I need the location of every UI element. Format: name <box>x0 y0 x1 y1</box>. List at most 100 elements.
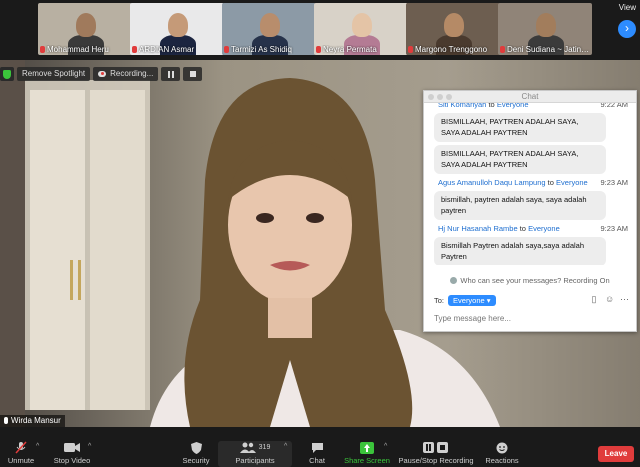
muted-mic-icon <box>224 46 229 53</box>
cloud-recording-icon <box>98 71 107 77</box>
chat-title: Chat <box>521 92 539 101</box>
recipient-dropdown[interactable]: Everyone ▾ <box>448 294 496 306</box>
participant-name-text: Deni Sudiana ~ Jatina... <box>507 45 590 54</box>
message-time: 9:23 AM <box>600 224 628 233</box>
participant-face <box>76 13 96 37</box>
close-window-button[interactable] <box>428 94 434 100</box>
pause-recording-label: Pause/Stop Recording <box>398 456 474 465</box>
window-controls <box>428 94 452 100</box>
participant-name-text: ARDIAN Asmar <box>139 45 195 54</box>
participant-thumbnail[interactable]: Mohammad Heru <box>38 3 132 55</box>
recording-label: Recording... <box>110 69 154 78</box>
mic-icon <box>4 417 8 424</box>
participant-name: Tarmizi As Shidiq <box>224 45 314 54</box>
chat-privacy-note[interactable]: Who can see your messages? Recording On <box>424 275 636 287</box>
muted-mic-icon <box>500 46 505 53</box>
pause-recording-button[interactable] <box>161 67 181 81</box>
chat-message-bubble[interactable]: bismillah, paytren adalah saya, saya ada… <box>434 191 606 220</box>
shield-icon <box>190 441 202 454</box>
muted-mic-icon <box>316 46 321 53</box>
participants-button[interactable]: 319 Participants <box>218 441 292 467</box>
chat-message-header: Siti Komariyah to Everyone 9:22 AM <box>424 103 636 111</box>
audio-options-caret[interactable]: ^ <box>36 443 39 450</box>
chat-title-bar[interactable]: Chat <box>424 91 636 103</box>
muted-mic-icon <box>408 46 413 53</box>
shield-icon[interactable] <box>0 67 14 81</box>
thumbnail-strip: Mohammad Heru ARDIAN Asmar Tarmizi As Shid… <box>0 0 640 58</box>
security-button[interactable]: Security <box>176 441 216 467</box>
participant-name: Margono Trenggono <box>408 45 498 54</box>
muted-mic-icon <box>132 46 137 53</box>
participant-name-text: Neyra Permata <box>323 45 377 54</box>
share-screen-label: Share Screen <box>344 456 390 465</box>
recipient-row: To: Everyone ▾ ▯ ☺ ⋯ <box>424 293 636 307</box>
reactions-label: Reactions <box>485 456 519 465</box>
to-label: To: <box>434 295 445 305</box>
chat-message-bubble[interactable]: BISMILLAAH, PAYTREN ADALAH SAYA, SAYA AD… <box>434 145 606 174</box>
chat-message-list[interactable]: Siti Komariyah to Everyone 9:22 AM BISMILL… <box>424 103 636 265</box>
unmute-label: Unmute <box>7 456 35 465</box>
pause-icon <box>166 70 175 79</box>
message-to-word: to <box>547 178 554 187</box>
message-sender[interactable]: Siti Komariyah <box>438 103 486 109</box>
video-camera-icon <box>64 443 80 452</box>
participant-thumbnail[interactable]: ARDIAN Asmar <box>130 3 224 55</box>
participant-thumbnail[interactable]: Neyra Permata <box>314 3 408 55</box>
chat-message-bubble[interactable]: Bismillah Paytren adalah saya,saya adala… <box>434 237 606 265</box>
participant-thumbnail[interactable]: Tarmizi As Shidiq <box>222 3 316 55</box>
view-button[interactable]: View <box>606 3 636 17</box>
speaker-name-tag: Wirda Mansur <box>0 415 65 427</box>
participant-thumbnail[interactable]: Margono Trenggono <box>406 3 500 55</box>
participants-icon <box>239 442 256 453</box>
message-recipient: Everyone <box>496 103 529 109</box>
chevron-right-icon[interactable]: › <box>618 20 636 38</box>
security-label: Security <box>182 456 210 465</box>
chat-actions: ▯ ☺ ⋯ <box>590 295 629 304</box>
leave-button[interactable]: Leave <box>598 446 634 462</box>
chat-button[interactable]: Chat <box>300 441 334 467</box>
participant-face <box>444 13 464 37</box>
privacy-text: Who can see your messages? Recording On <box>460 276 610 285</box>
meeting-toolbar: Unmute ^ Stop Video ^ Security 319 Parti… <box>0 437 640 467</box>
participant-name: ARDIAN Asmar <box>132 45 222 54</box>
participants-options-caret[interactable]: ^ <box>284 443 287 450</box>
minimize-window-button[interactable] <box>437 94 443 100</box>
message-sender[interactable]: Hj Nur Hasanah Rambe <box>438 224 518 233</box>
zoom-window-button[interactable] <box>446 94 452 100</box>
participant-face <box>168 13 188 37</box>
chat-message-header: Agus Amanulloh Daqu Lampung to Everyone 9… <box>424 178 636 189</box>
message-recipient: Everyone <box>528 224 560 233</box>
participant-name-text: Margono Trenggono <box>415 45 488 54</box>
participant-face <box>260 13 280 37</box>
emoji-icon[interactable]: ☺ <box>605 295 614 304</box>
participants-label: Participants <box>235 456 275 465</box>
video-options-caret[interactable]: ^ <box>88 443 91 450</box>
file-icon[interactable]: ▯ <box>590 295 598 304</box>
participant-name: Deni Sudiana ~ Jatina... <box>500 45 590 54</box>
more-icon[interactable]: ⋯ <box>620 295 629 304</box>
stop-recording-button[interactable] <box>183 67 203 81</box>
smiley-icon <box>496 442 508 453</box>
share-options-caret[interactable]: ^ <box>384 443 387 450</box>
pause-stop-recording-icon <box>423 442 448 453</box>
unmute-button[interactable]: Unmute <box>4 441 38 467</box>
chat-panel: Chat Siti Komariyah to Everyone 9:22 AM BI… <box>423 90 637 332</box>
chat-input[interactable] <box>434 311 629 325</box>
spotlight-bar: Remove Spotlight Recording... <box>0 66 203 82</box>
share-screen-icon <box>360 441 374 454</box>
message-sender[interactable]: Agus Amanulloh Daqu Lampung <box>438 178 546 187</box>
speaker-name: Wirda Mansur <box>11 416 61 425</box>
participant-face <box>536 13 556 37</box>
participant-thumbnail[interactable]: Deni Sudiana ~ Jatina... <box>498 3 592 55</box>
participant-name-text: Tarmizi As Shidiq <box>231 45 292 54</box>
participant-name-text: Mohammad Heru <box>47 45 109 54</box>
pause-stop-recording-button[interactable]: Pause/Stop Recording <box>398 441 474 467</box>
participant-name: Neyra Permata <box>316 45 406 54</box>
chat-message-bubble[interactable]: BISMILLAAH, PAYTREN ADALAH SAYA, SAYA AD… <box>434 113 606 142</box>
remove-spotlight-button[interactable]: Remove Spotlight <box>17 67 91 81</box>
chat-bubble-icon <box>311 442 323 453</box>
message-recipient: Everyone <box>556 178 588 187</box>
chat-label: Chat <box>309 456 325 465</box>
reactions-button[interactable]: Reactions <box>482 441 522 467</box>
recording-indicator: Recording... <box>93 67 159 81</box>
